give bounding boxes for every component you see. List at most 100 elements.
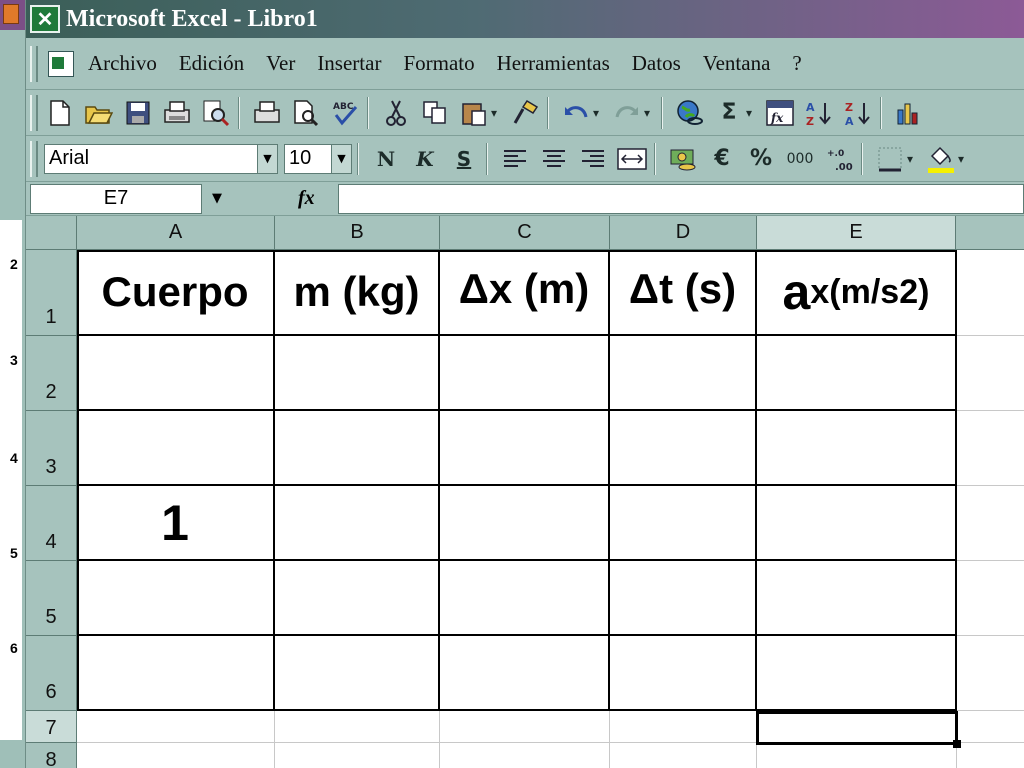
insert-function-icon[interactable]: fx: [763, 96, 797, 130]
cell-c2[interactable]: [440, 336, 610, 411]
cell-e1[interactable]: a x(m/s 2): [757, 250, 957, 336]
autosum-dropdown-arrow[interactable]: ▾: [746, 106, 758, 120]
format-painter-icon[interactable]: [508, 96, 542, 130]
cell-d3[interactable]: [610, 411, 757, 486]
print-icon[interactable]: [250, 96, 284, 130]
cell-b3[interactable]: [275, 411, 440, 486]
cell-b2[interactable]: [275, 336, 440, 411]
cell-b8[interactable]: [275, 743, 440, 768]
cell-f1[interactable]: [957, 250, 1024, 336]
search-icon[interactable]: [199, 96, 233, 130]
cell-c3[interactable]: [440, 411, 610, 486]
paste-icon[interactable]: [457, 96, 491, 130]
percent-icon[interactable]: %: [744, 142, 778, 176]
fill-color-icon[interactable]: [924, 142, 958, 176]
increase-decimal-icon[interactable]: +.0.00: [822, 142, 856, 176]
cell-d1[interactable]: Δt (s): [610, 250, 757, 336]
worksheet-grid[interactable]: A B C D E 1 2 3 4 5 6 7 8 Cuerpo m (kg) …: [26, 216, 1024, 768]
cell-e7[interactable]: [757, 711, 957, 743]
cell-a7[interactable]: [77, 711, 275, 743]
column-header-c[interactable]: C: [440, 216, 610, 250]
menu-datos[interactable]: Datos: [632, 51, 681, 76]
chevron-down-icon[interactable]: ▼: [331, 144, 351, 173]
print-preview-icon[interactable]: [289, 96, 323, 130]
align-right-icon[interactable]: [576, 142, 610, 176]
redo-icon[interactable]: [610, 96, 644, 130]
excel-app-icon[interactable]: ✕: [30, 5, 60, 33]
align-left-icon[interactable]: [498, 142, 532, 176]
cell-b6[interactable]: [275, 636, 440, 711]
new-icon[interactable]: [43, 96, 77, 130]
workbook-icon[interactable]: [48, 50, 74, 77]
menu-ventana[interactable]: Ventana: [703, 51, 771, 76]
cell-f2[interactable]: [957, 336, 1024, 411]
name-box[interactable]: E7: [30, 183, 202, 214]
row-header-7[interactable]: 7: [26, 711, 77, 743]
paste-dropdown-arrow[interactable]: ▾: [491, 106, 503, 120]
font-size-select[interactable]: 10 ▼: [284, 143, 352, 174]
open-icon[interactable]: [82, 96, 116, 130]
row-header-1[interactable]: 1: [26, 250, 77, 336]
menu-herramientas[interactable]: Herramientas: [497, 51, 610, 76]
sort-descending-icon[interactable]: ZA: [841, 96, 875, 130]
row-header-2[interactable]: 2: [26, 336, 77, 411]
fill-color-dropdown-arrow[interactable]: ▾: [958, 152, 970, 166]
cell-c1[interactable]: Δx (m): [440, 250, 610, 336]
bold-button[interactable]: N: [369, 142, 403, 176]
cell-e8[interactable]: [757, 743, 957, 768]
menu-archivo[interactable]: Archivo: [88, 51, 157, 76]
row-header-8[interactable]: 8: [26, 743, 77, 768]
cell-e4[interactable]: [757, 486, 957, 561]
row-header-5[interactable]: 5: [26, 561, 77, 636]
thousands-separator-button[interactable]: 000: [783, 142, 817, 176]
cell-e2[interactable]: [757, 336, 957, 411]
align-center-icon[interactable]: [537, 142, 571, 176]
undo-dropdown-arrow[interactable]: ▾: [593, 106, 605, 120]
cut-icon[interactable]: [379, 96, 413, 130]
borders-icon[interactable]: [873, 142, 907, 176]
cell-b4[interactable]: [275, 486, 440, 561]
cell-f4[interactable]: [957, 486, 1024, 561]
cell-d2[interactable]: [610, 336, 757, 411]
cell-d6[interactable]: [610, 636, 757, 711]
cell-d5[interactable]: [610, 561, 757, 636]
column-header-d[interactable]: D: [610, 216, 757, 250]
cell-e3[interactable]: [757, 411, 957, 486]
cell-c6[interactable]: [440, 636, 610, 711]
chevron-down-icon[interactable]: ▼: [202, 184, 232, 214]
spelling-icon[interactable]: ABC: [328, 96, 362, 130]
chevron-down-icon[interactable]: ▼: [257, 144, 277, 173]
row-header-3[interactable]: 3: [26, 411, 77, 486]
cell-b7[interactable]: [275, 711, 440, 743]
cell-a8[interactable]: [77, 743, 275, 768]
euro-icon[interactable]: €: [705, 142, 739, 176]
cell-a6[interactable]: [77, 636, 275, 711]
italic-button[interactable]: K: [408, 142, 442, 176]
copy-icon[interactable]: [418, 96, 452, 130]
cell-a4[interactable]: 1: [77, 486, 275, 561]
cell-b1[interactable]: m (kg): [275, 250, 440, 336]
permission-icon[interactable]: [160, 96, 194, 130]
hyperlink-icon[interactable]: [673, 96, 707, 130]
cell-f5[interactable]: [957, 561, 1024, 636]
cell-e6[interactable]: [757, 636, 957, 711]
cell-a5[interactable]: [77, 561, 275, 636]
cell-d7[interactable]: [610, 711, 757, 743]
column-header-e[interactable]: E: [757, 216, 956, 250]
menu-ver[interactable]: Ver: [266, 51, 295, 76]
redo-dropdown-arrow[interactable]: ▾: [644, 106, 656, 120]
toolbar-grip-handle[interactable]: [30, 94, 38, 131]
cell-a1[interactable]: Cuerpo: [77, 250, 275, 336]
formula-input[interactable]: [338, 183, 1024, 214]
cell-f7[interactable]: [957, 711, 1024, 743]
cell-b5[interactable]: [275, 561, 440, 636]
column-header-b[interactable]: B: [275, 216, 440, 250]
font-name-select[interactable]: Arial ▼: [44, 143, 278, 174]
row-header-4[interactable]: 4: [26, 486, 77, 561]
cell-d8[interactable]: [610, 743, 757, 768]
autosum-icon[interactable]: Σ: [712, 96, 746, 130]
cell-e5[interactable]: [757, 561, 957, 636]
undo-icon[interactable]: [559, 96, 593, 130]
currency-icon[interactable]: [666, 142, 700, 176]
title-bar[interactable]: ✕ Microsoft Excel - Libro1: [26, 0, 1024, 38]
